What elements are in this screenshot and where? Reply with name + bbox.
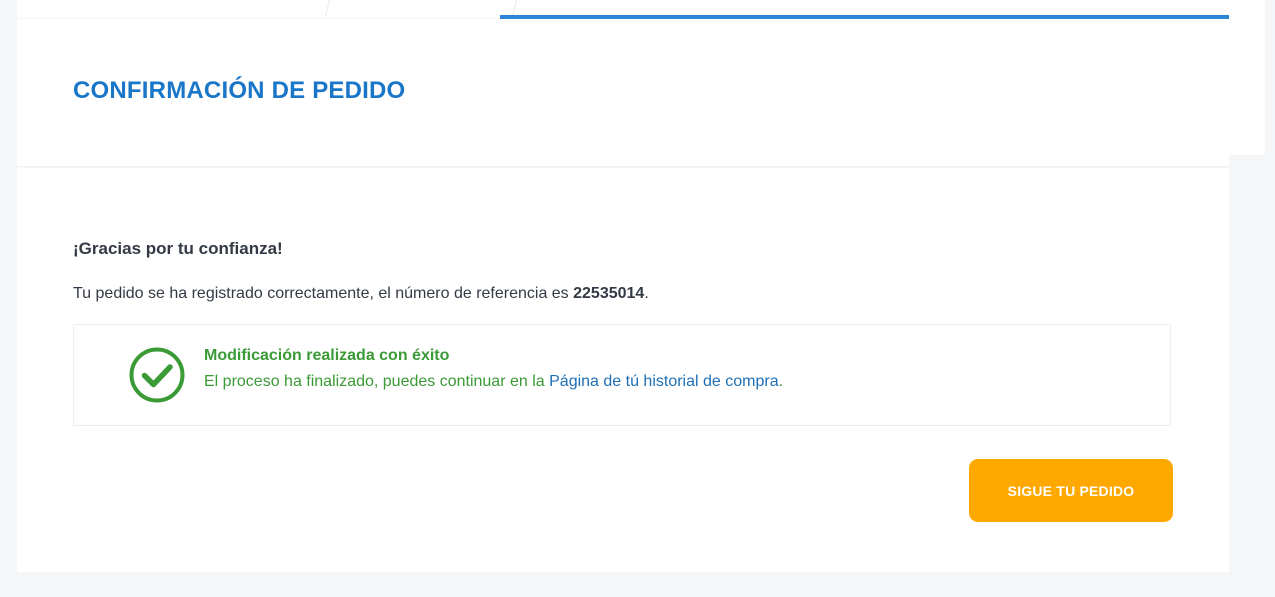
success-text: El proceso ha finalizado, puedes continu… bbox=[204, 373, 783, 391]
success-text-suffix: . bbox=[778, 373, 784, 390]
tab-divider bbox=[324, 0, 331, 16]
thanks-heading: ¡Gracias por tu confianza! bbox=[73, 239, 283, 258]
reference-suffix: . bbox=[644, 285, 649, 302]
header-card: CONFIRMACIÓN DE PEDIDO bbox=[17, 19, 1229, 167]
track-order-button[interactable]: SIGUE TU PEDIDO bbox=[969, 459, 1173, 522]
reference-number: 22535014 bbox=[573, 285, 645, 302]
confirmation-card: ¡Gracias por tu confianza! Tu pedido se … bbox=[17, 168, 1229, 572]
tab-divider bbox=[511, 0, 518, 16]
success-message-box: Modificación realizada con éxito El proc… bbox=[73, 324, 1171, 426]
purchase-history-link[interactable]: Página de tú historial de compra bbox=[549, 373, 778, 390]
side-panel bbox=[1229, 0, 1265, 155]
check-circle-icon bbox=[129, 347, 185, 403]
reference-prefix: Tu pedido se ha registrado correctamente… bbox=[73, 285, 574, 302]
success-title: Modificación realizada con éxito bbox=[204, 347, 450, 364]
page-title: CONFIRMACIÓN DE PEDIDO bbox=[73, 77, 406, 104]
success-text-prefix: El proceso ha finalizado, puedes continu… bbox=[204, 373, 550, 390]
reference-line: Tu pedido se ha registrado correctamente… bbox=[73, 285, 649, 303]
